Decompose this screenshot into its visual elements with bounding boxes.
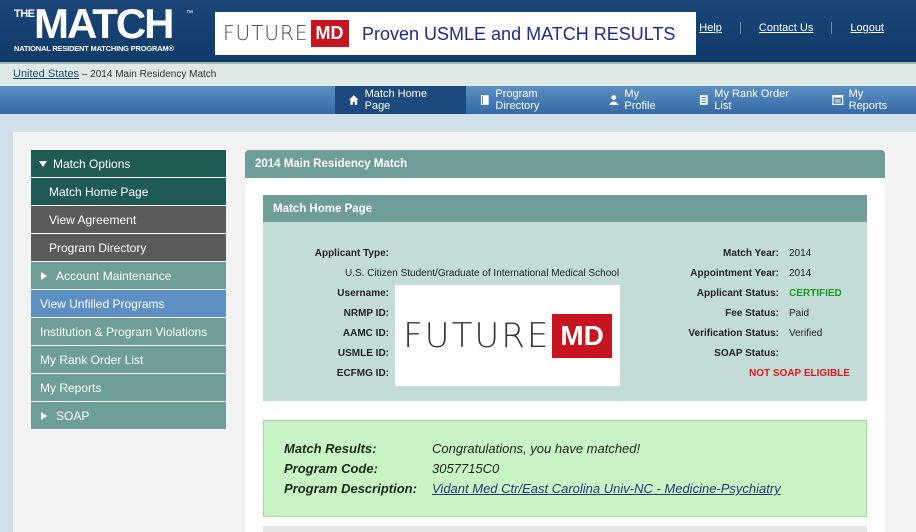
reports-icon (832, 95, 844, 105)
person-icon (608, 95, 619, 105)
aamc-id-label: AAMC ID: (342, 328, 389, 339)
appointment-year-label: Appointment Year: (690, 268, 779, 279)
sidebar-item-soap[interactable]: SOAP (31, 402, 226, 430)
content-title: 2014 Main Residency Match (245, 150, 885, 178)
verification-status-value: Verified (789, 328, 823, 339)
sidebar-item-label: Account Maintenance (56, 268, 172, 283)
match-logo[interactable]: THE MATCH ™ NATIONAL RESIDENT MATCHING P… (12, 0, 197, 56)
caret-down-icon (39, 160, 47, 167)
nav-label: My Rank Order List (714, 88, 789, 112)
match-results-box: Match Results: Congratulations, you have… (263, 420, 867, 517)
sidebar-item-label: My Reports (40, 380, 102, 395)
banner-text: Proven USMLE and MATCH RESULTS (362, 24, 676, 44)
sidebar-item-my-reports[interactable]: My Reports (31, 374, 226, 402)
nav-label: My Reports (848, 88, 888, 112)
nav-my-rank-order-list[interactable]: My Rank Order List (685, 86, 819, 114)
nav-label: My Profile (624, 88, 656, 112)
ad-banner[interactable]: FUTURE MD Proven USMLE and MATCH RESULTS (215, 12, 696, 55)
match-year-label: Match Year: (723, 248, 779, 259)
sidebar-item-institution-program-violations[interactable]: Institution & Program Violations (31, 318, 226, 346)
header: THE MATCH ™ NATIONAL RESIDENT MATCHING P… (0, 0, 916, 62)
photo-logo-text: FUTURE (403, 315, 551, 356)
program-code-label: Program Code: (284, 461, 378, 476)
box-title: Match Home Page (263, 195, 867, 222)
list-icon (699, 95, 708, 105)
sidebar-item-match-options[interactable]: Match Options (31, 150, 226, 178)
breadcrumb-current: 2014 Main Residency Match (90, 69, 217, 80)
breadcrumb-separator: – (79, 69, 91, 80)
photo-logo-md: MD (552, 313, 612, 358)
caret-right-icon (41, 411, 47, 420)
nav-my-profile[interactable]: My Profile (595, 86, 685, 114)
nav-my-reports[interactable]: My Reports (819, 86, 916, 114)
applicant-status-value: CERTIFIED (789, 288, 842, 299)
fee-status-label: Fee Status: (725, 308, 779, 319)
username-label: Username: (337, 288, 389, 299)
verification-status-label: Verification Status: (688, 328, 779, 339)
sidebar-item-label: Program Directory (49, 240, 147, 255)
home-icon (348, 95, 359, 105)
match-results-value: Congratulations, you have matched! (432, 441, 641, 456)
logo-tm: ™ (186, 10, 193, 17)
book-icon (480, 95, 489, 105)
futuremd-logo-text: FUTURE (223, 21, 309, 45)
applicant-type-value: U.S. Citizen Student/Graduate of Interna… (345, 268, 620, 279)
sidebar-item-label: Match Options (53, 156, 131, 171)
nrmp-id-label: NRMP ID: (343, 308, 389, 319)
sidebar-item-match-home-page[interactable]: Match Home Page (31, 178, 226, 206)
breadcrumb: United States – 2014 Main Residency Matc… (0, 62, 916, 86)
nav-program-directory[interactable]: Program Directory (466, 86, 595, 114)
sidebar-item-label: View Unfilled Programs (40, 296, 165, 311)
appointment-year-value: 2014 (789, 268, 812, 279)
sidebar-item-view-agreement[interactable]: View Agreement (31, 206, 226, 234)
sidebar-item-program-directory[interactable]: Program Directory (31, 234, 226, 262)
match-home-box: Match Home Page Applicant Type: U.S. Cit… (263, 195, 867, 401)
help-link[interactable]: Help (681, 22, 740, 34)
main-nav: Match Home Page Program Directory My Pro… (0, 86, 916, 114)
sidebar-item-my-rank-order-list[interactable]: My Rank Order List (31, 346, 226, 374)
ecfmg-id-label: ECFMG ID: (336, 368, 389, 379)
program-description-link[interactable]: Vidant Med Ctr/East Carolina Univ-NC - M… (432, 481, 781, 496)
breadcrumb-root-link[interactable]: United States (13, 68, 79, 80)
sidebar: Match Options Match Home Page View Agree… (31, 150, 226, 430)
applicant-type-label: Applicant Type: (314, 248, 389, 259)
program-description-label: Program Description: (284, 481, 417, 496)
soap-status-label: SOAP Status: (714, 348, 779, 359)
nav-label: Match Home Page (364, 88, 427, 112)
logo-match: MATCH (34, 0, 175, 47)
usmle-id-label: USMLE ID: (337, 348, 389, 359)
sidebar-item-label: Match Home Page (49, 184, 149, 199)
sidebar-item-view-unfilled-programs[interactable]: View Unfilled Programs (31, 290, 226, 318)
sidebar-item-account-maintenance[interactable]: Account Maintenance (31, 262, 226, 290)
futuremd-logo-md: MD (310, 19, 349, 47)
futuremd-logo: FUTURE MD (223, 18, 349, 48)
nav-label: Program Directory (495, 88, 540, 112)
logo-the: THE (14, 8, 35, 20)
sidebar-item-label: My Rank Order List (40, 352, 144, 367)
caret-right-icon (41, 271, 47, 280)
nav-match-home-page[interactable]: Match Home Page (335, 86, 466, 114)
content-panel: 2014 Main Residency Match Match Home Pag… (245, 150, 885, 532)
applicant-status-label: Applicant Status: (696, 288, 779, 299)
sidebar-item-label: SOAP (56, 408, 90, 423)
fee-status-value: Paid (789, 308, 810, 319)
logo-subtitle: NATIONAL RESIDENT MATCHING PROGRAM® (14, 44, 174, 53)
match-results-label: Match Results: (284, 441, 377, 456)
match-year-value: 2014 (789, 248, 812, 259)
sidebar-item-label: Institution & Program Violations (40, 324, 208, 339)
logout-link[interactable]: Logout (831, 22, 902, 34)
applicant-photo: FUTURE MD (395, 285, 620, 386)
contact-us-link[interactable]: Contact Us (739, 22, 831, 34)
bottom-strip (263, 526, 867, 532)
sidebar-item-label: View Agreement (49, 212, 137, 227)
program-description-value: Vidant Med Ctr/East Carolina Univ-NC - M… (432, 481, 781, 496)
program-code-value: 3057715C0 (432, 461, 500, 476)
soap-status-value: NOT SOAP ELIGIBLE (749, 368, 850, 379)
top-links: Help Contact Us Logout (681, 22, 902, 34)
